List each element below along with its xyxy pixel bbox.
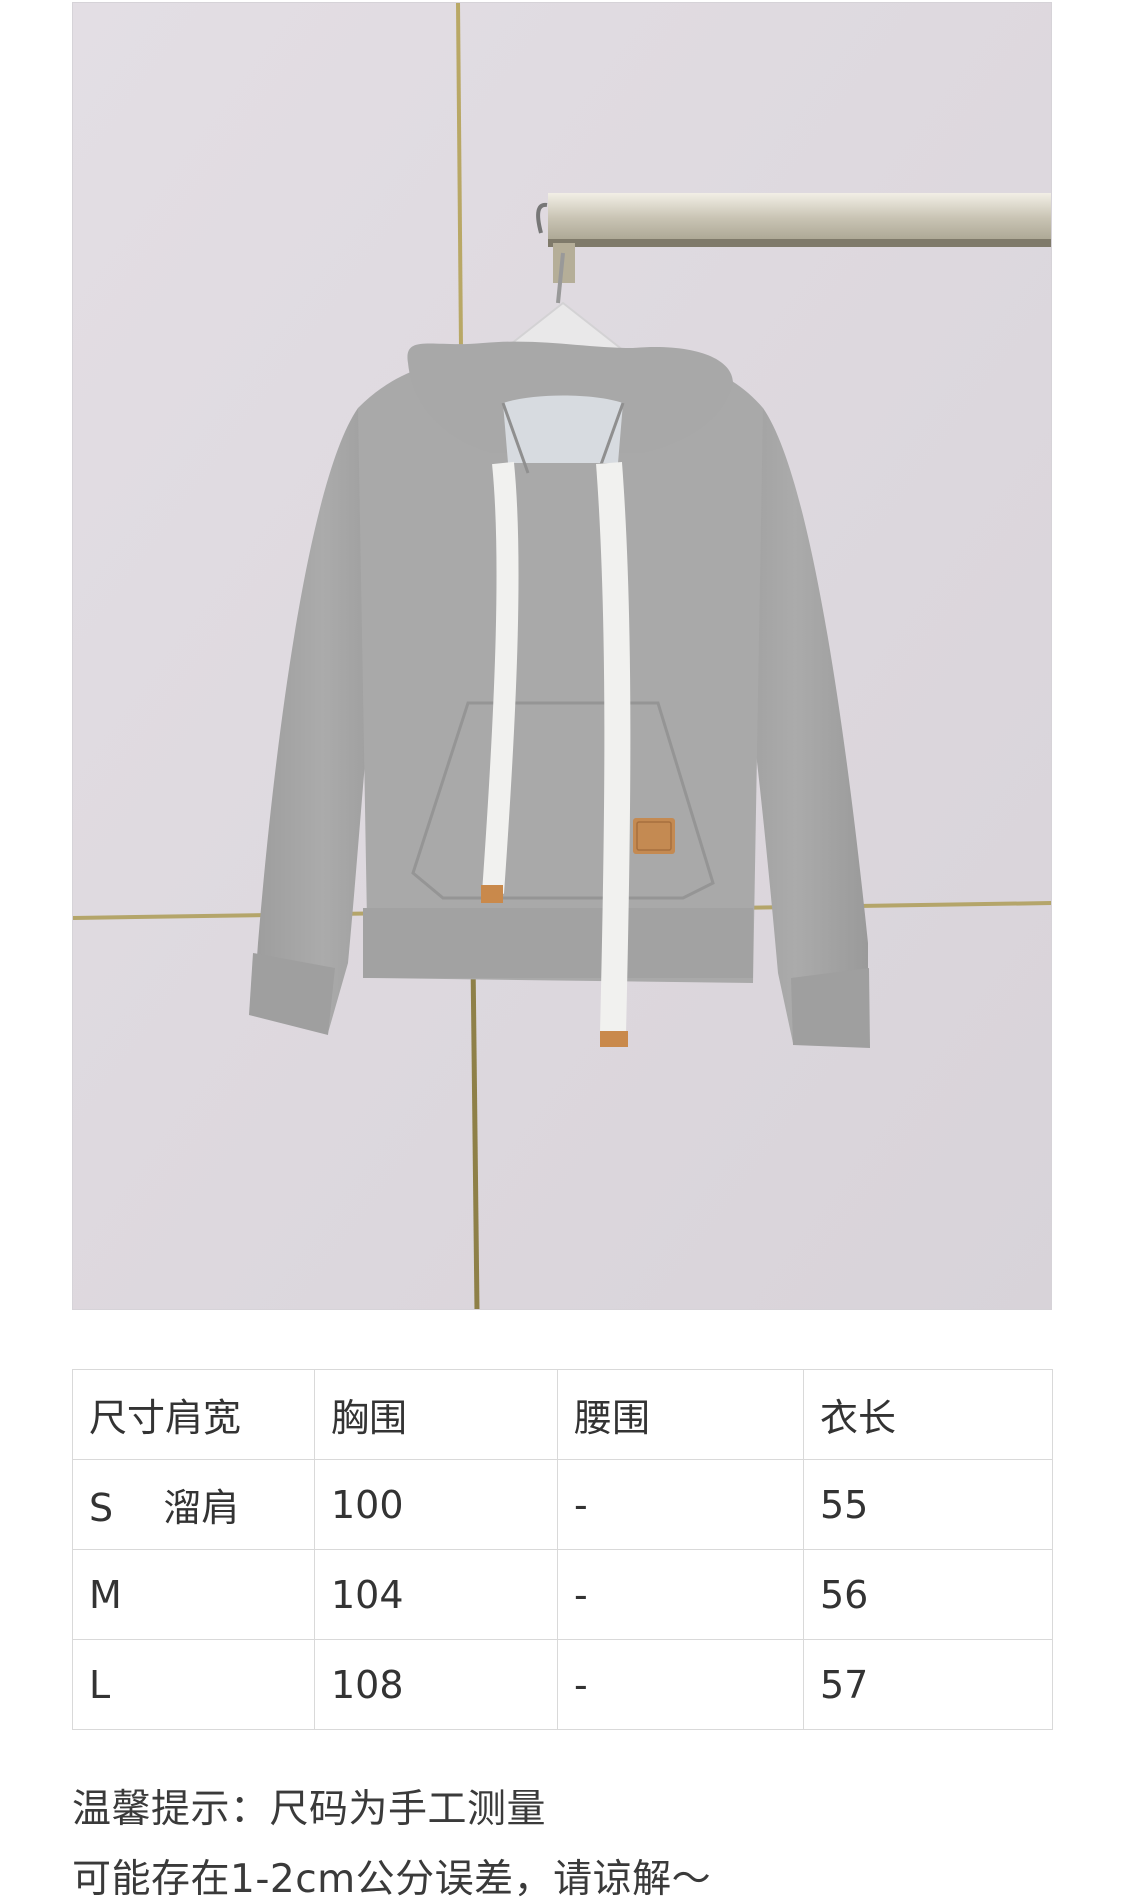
header-cell-waist: 腰围 xyxy=(557,1369,804,1460)
header-cell-length: 衣长 xyxy=(803,1369,1053,1460)
table-row: M 104 - 56 xyxy=(72,1549,1053,1640)
table-cell: L xyxy=(72,1639,315,1730)
measurement-note: 温馨提示：尺码为手工测量 xyxy=(72,1787,547,1832)
table-cell: 100 xyxy=(314,1459,558,1550)
table-cell: 55 xyxy=(803,1459,1053,1550)
table-cell: 104 xyxy=(314,1549,558,1640)
leather-patch xyxy=(633,818,675,854)
drawstring-right xyxy=(596,462,631,1034)
table-cell: M xyxy=(72,1549,315,1640)
table-cell: - xyxy=(557,1549,804,1640)
hoodie-photo xyxy=(73,3,1051,1309)
table-cell: 57 xyxy=(803,1639,1053,1730)
size-table: 尺寸肩宽 胸围 腰围 衣长 S 溜肩 100 - 55 M 104 - 56 L… xyxy=(72,1369,1053,1730)
table-cell: - xyxy=(557,1459,804,1550)
clothes-rail xyxy=(548,193,1051,243)
table-row: L 108 - 57 xyxy=(72,1639,1053,1730)
product-photo xyxy=(72,2,1052,1310)
table-cell: 56 xyxy=(803,1549,1053,1640)
table-cell: - xyxy=(557,1639,804,1730)
header-cell-chest: 胸围 xyxy=(314,1369,558,1460)
table-header-row: 尺寸肩宽 胸围 腰围 衣长 xyxy=(72,1369,1053,1460)
table-row: S 溜肩 100 - 55 xyxy=(72,1459,1053,1550)
header-cell-size: 尺寸肩宽 xyxy=(72,1369,315,1460)
tolerance-note: 可能存在1-2cm公分误差，请谅解～ xyxy=(72,1857,712,1902)
table-cell: 108 xyxy=(314,1639,558,1730)
table-cell: S 溜肩 xyxy=(72,1459,315,1550)
